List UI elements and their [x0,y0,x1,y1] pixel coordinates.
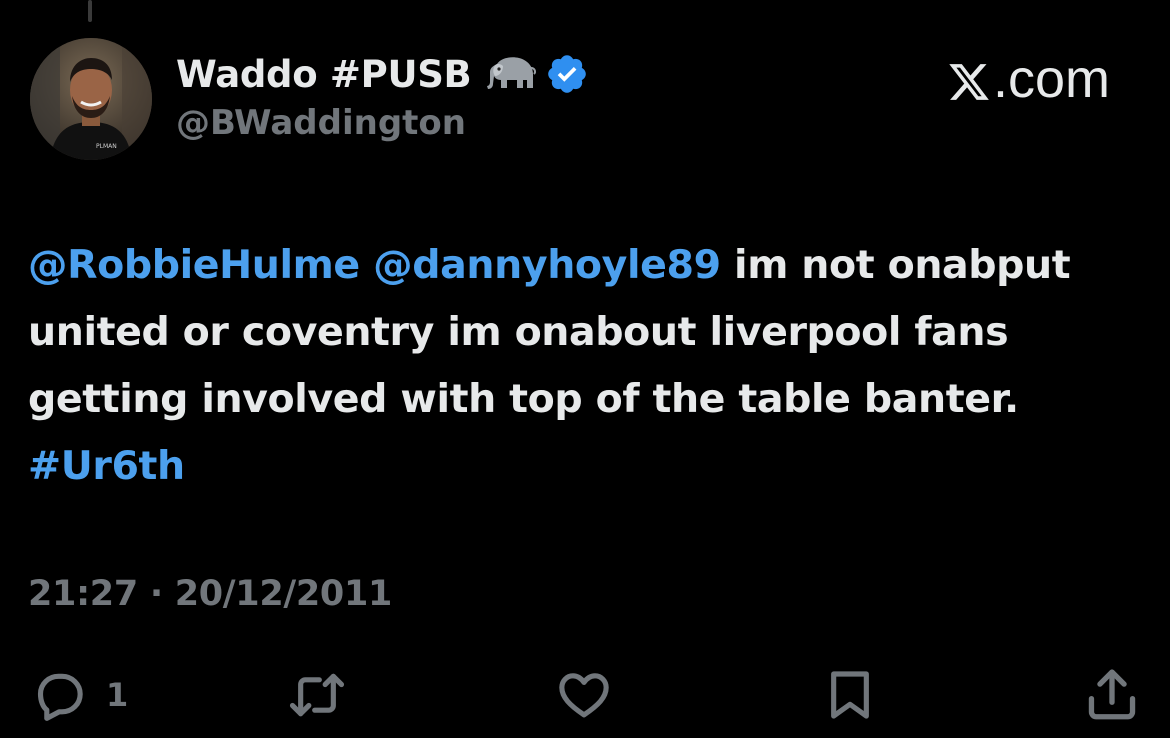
tweet-time: 21:27 [28,574,138,614]
svg-text:PLMAN: PLMAN [96,143,117,150]
retweet-icon [285,667,349,723]
brand-suffix: .com [992,49,1110,109]
author-display-name[interactable]: Waddo #PUSB [176,53,472,96]
tweet-text: @RobbieHulme @dannyhoyle89 im not onabpu… [28,232,1148,500]
thread-connector-line [88,0,92,22]
like-button[interactable] [552,665,616,725]
bookmark-button[interactable] [822,665,878,725]
author-name-row[interactable]: Waddo #PUSB [176,50,589,98]
retweet-button[interactable] [285,665,349,725]
share-icon [1082,666,1142,724]
avatar-photo: PLMAN [30,38,152,160]
elephant-icon [483,54,537,94]
share-button[interactable] [1082,665,1142,725]
reply-icon [28,667,88,723]
x-logo-icon [947,56,991,102]
reply-count: 1 [106,676,129,714]
mention-link[interactable]: @RobbieHulme [28,242,360,288]
mention-link[interactable]: @dannyhoyle89 [373,242,721,288]
x-com-brand: .com [947,48,1110,110]
author-handle[interactable]: @BWaddington [176,103,466,143]
hashtag-link[interactable]: #Ur6th [28,443,185,489]
heart-icon [552,667,616,723]
verified-badge-icon [545,52,589,96]
bookmark-icon [822,666,878,724]
timestamp-separator: · [149,574,163,614]
tweet-date: 20/12/2011 [174,574,393,614]
avatar[interactable]: PLMAN [30,38,152,160]
tweet-timestamp[interactable]: 21:27 · 20/12/2011 [28,574,392,614]
reply-button[interactable]: 1 [28,665,128,725]
